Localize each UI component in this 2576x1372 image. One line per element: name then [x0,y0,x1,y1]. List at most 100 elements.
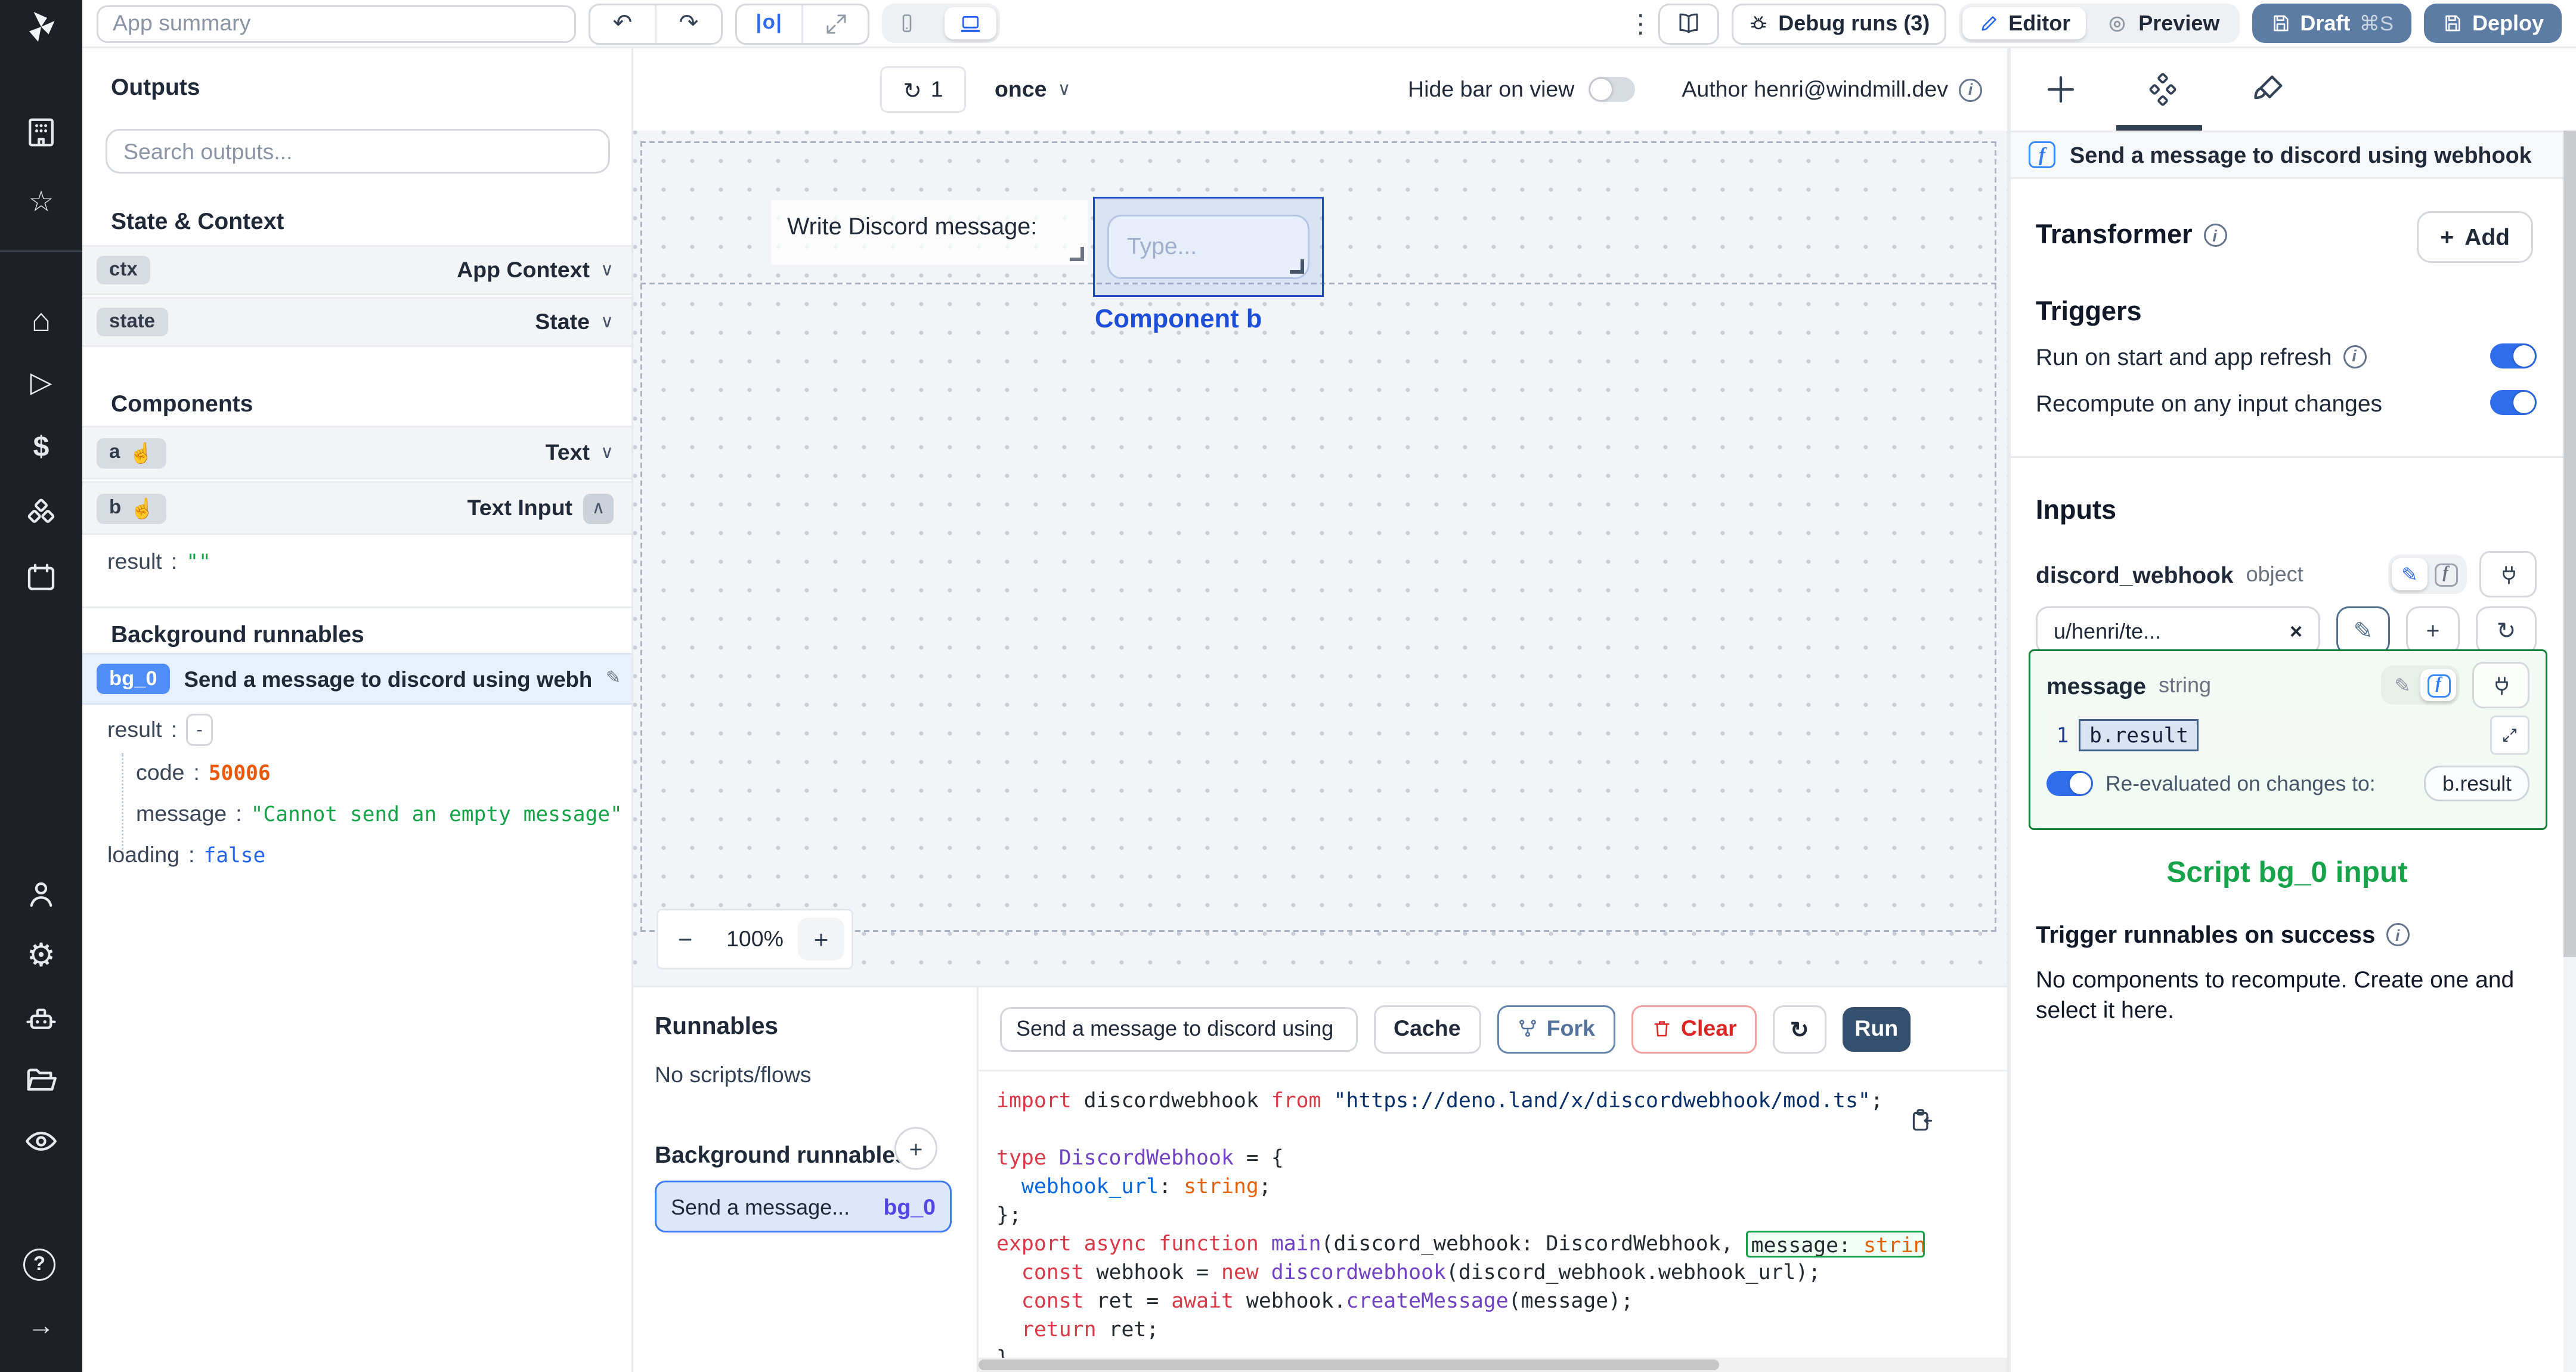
code-editor[interactable]: import discordwebhook from "https://deno… [979,1070,2007,1372]
fullscreen-button[interactable] [801,4,868,42]
favorites-star-icon[interactable]: ☆ [23,186,59,222]
zoom-out-button[interactable]: − [658,925,712,953]
recompute-toggle[interactable] [2490,390,2537,415]
collapse-arrow-icon[interactable]: → [23,1309,59,1345]
search-outputs-input[interactable] [106,129,610,174]
run-button[interactable]: Run [1842,1006,1911,1051]
connect-plug-button[interactable] [2472,662,2529,708]
bottom-panel: Runnables No scripts/flows Background ru… [633,986,2007,1372]
app-summary-input[interactable] [97,4,576,42]
windmill-logo-icon[interactable] [23,9,59,45]
expand-editor-button[interactable] [2490,714,2529,754]
eval-mode-button[interactable]: f [2420,669,2456,701]
collapse-minus-button[interactable]: - [186,714,213,746]
collapse-button[interactable]: ∧ [583,493,614,524]
schedule-dropdown[interactable]: once ∨ [995,77,1071,102]
redo-button[interactable]: ↷ [655,4,721,42]
mobile-view-button[interactable] [886,7,928,39]
docs-button[interactable] [1658,2,1720,44]
eval-mode-button[interactable]: f [2428,558,2463,590]
schedules-icon[interactable] [23,560,59,596]
info-icon[interactable]: i [2203,224,2227,247]
text-input-field[interactable]: Type... [1107,215,1309,279]
deploy-button[interactable]: Deploy [2423,4,2562,43]
input-name: message [2046,671,2146,699]
key: result [107,549,162,574]
expression-editor[interactable]: 1 b.result [2046,712,2529,757]
horizontal-scrollbar[interactable] [979,1358,2007,1372]
code-kv-row: code: 50006 [136,760,271,785]
edit-pencil-icon[interactable]: ✎ [606,669,621,689]
home-icon[interactable]: ⌂ [23,302,59,338]
info-icon[interactable]: i [1959,78,1982,101]
user-icon[interactable] [23,877,59,912]
component-a-type: Text [545,440,590,465]
undo-button[interactable]: ↶ [590,5,655,42]
folders-icon[interactable] [23,1063,59,1098]
resource-picker-input[interactable]: u/henri/te... × [2036,606,2320,655]
static-mode-button[interactable]: ✎ [2392,558,2428,590]
text-component-a[interactable]: Write Discord message: [771,200,1088,265]
tab-components[interactable] [2145,72,2181,107]
help-icon[interactable]: ? [23,1249,59,1284]
info-icon[interactable]: i [2342,344,2366,368]
info-icon[interactable]: i [2386,923,2410,946]
desktop-view-button[interactable] [945,7,996,39]
connect-plug-button[interactable] [2479,551,2537,597]
textinput-component-b[interactable]: Type... [1093,197,1324,297]
value: "Cannot send an empty message" [250,801,623,826]
reeval-toggle[interactable] [2046,771,2093,796]
resources-icon[interactable] [23,495,59,531]
runs-icon[interactable]: ▷ [23,367,59,402]
chevron-down-icon[interactable]: ∨ [600,443,614,463]
ctx-row[interactable]: ctx App Context ∨ [82,245,631,295]
app-canvas[interactable]: Write Discord message: Type... Component… [633,131,2007,986]
more-menu-button[interactable]: ⋮ [1628,8,1653,39]
fork-button[interactable]: Fork [1496,1004,1615,1053]
workspace-icon[interactable] [23,114,59,150]
chevron-down-icon[interactable]: ∨ [600,312,614,332]
component-a-row[interactable]: a ☝ Text ∨ [82,426,631,479]
hide-bar-toggle[interactable] [1589,77,1636,102]
clear-button[interactable]: Clear [1630,1004,1757,1053]
tab-styling[interactable] [2250,72,2286,107]
component-b-row[interactable]: b ☝ Text Input ∧ [82,481,631,535]
add-runnable-button[interactable]: + [894,1127,937,1170]
center-align-button[interactable]: |o| [737,5,801,42]
zoom-control: − 100% + [657,909,853,970]
selected-script-header[interactable]: f Send a message to discord using webhoo… [2011,131,2563,179]
state-row[interactable]: state State ∨ [82,297,631,347]
debug-runs-button[interactable]: Debug runs (3) [1732,2,1946,44]
script-name-input[interactable] [1000,1006,1358,1051]
edit-resource-button[interactable]: ✎ [2336,606,2390,655]
add-resource-button[interactable]: + [2406,606,2460,655]
bg0-row[interactable]: bg_0 Send a message to discord using web… [82,653,631,705]
add-transformer-button[interactable]: + Add [2417,211,2533,263]
save-icon [2273,15,2288,32]
right-scrollbar[interactable] [2563,131,2576,1372]
resize-handle[interactable] [1070,247,1084,261]
refresh-script-button[interactable]: ↻ [1772,1004,1826,1053]
message-input-group: message string ✎ f 1 b.result Re-evaluat… [2029,649,2547,830]
settings-gear-icon[interactable]: ⚙ [23,937,59,973]
ctx-type: App Context [457,258,590,283]
component-b-badge: b ☝ [97,493,168,524]
static-mode-button[interactable]: ✎ [2385,669,2420,701]
runnable-item-bg0[interactable]: Send a message... bg_0 [655,1181,952,1232]
draft-button[interactable]: Draft ⌘S [2252,4,2411,43]
tab-preview[interactable]: Preview [2090,7,2236,39]
zoom-in-button[interactable]: + [798,918,844,961]
tab-insert-plus[interactable] [2043,72,2079,107]
resize-handle[interactable] [1290,259,1304,274]
refresh-count-button[interactable]: ↻ 1 [880,66,966,113]
run-on-start-toggle[interactable] [2490,343,2537,368]
refresh-resource-button[interactable]: ↻ [2476,606,2537,655]
audit-eye-icon[interactable] [23,1123,59,1159]
chevron-down-icon[interactable]: ∨ [600,261,614,280]
variables-icon[interactable]: $ [23,431,59,467]
copy-code-icon[interactable] [1909,1107,1936,1134]
cache-button[interactable]: Cache [1374,1004,1481,1053]
workers-robot-icon[interactable] [23,1002,59,1037]
clear-x-icon[interactable]: × [2290,618,2302,643]
tab-editor[interactable]: Editor [1962,7,2087,39]
